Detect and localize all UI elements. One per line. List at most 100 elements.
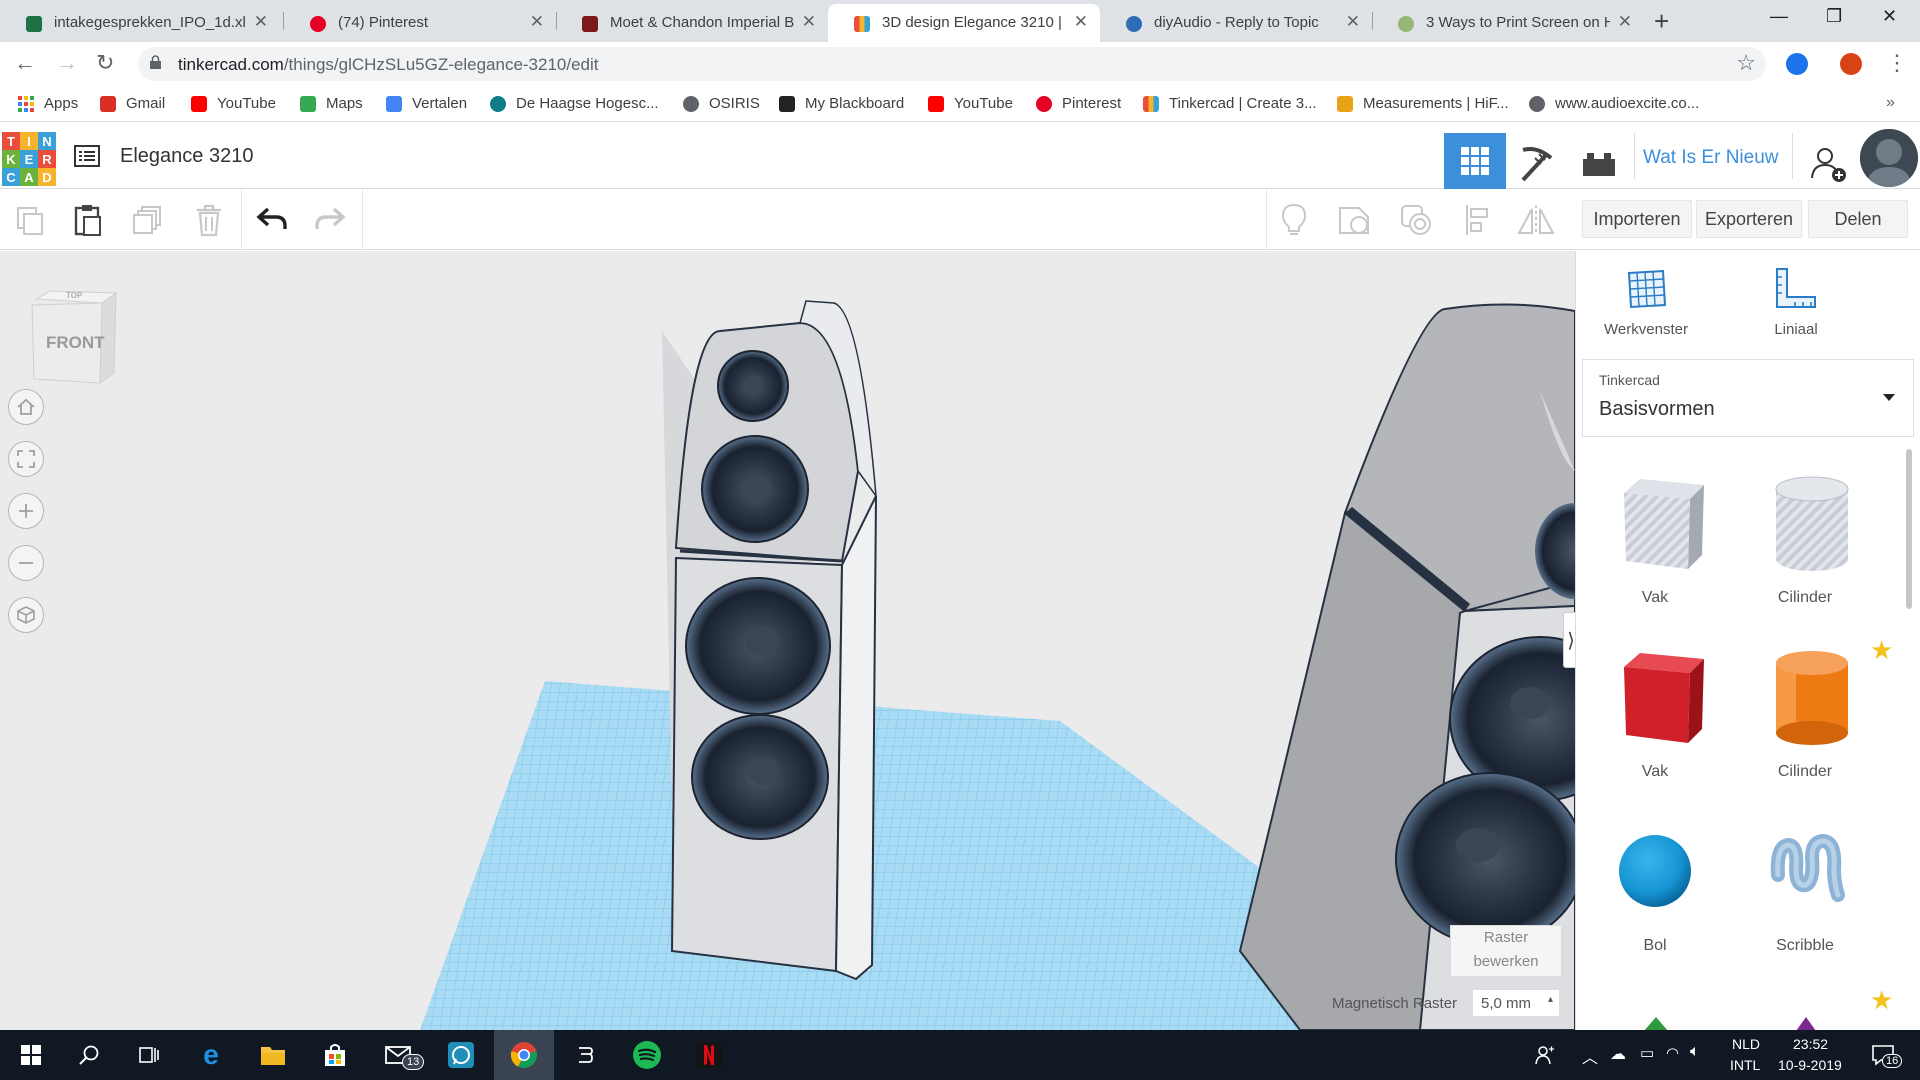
fit-view-button[interactable] (8, 441, 44, 477)
snap-grid-select[interactable]: 5,0 mm ▴ (1472, 989, 1560, 1017)
bookmark-blackboard[interactable]: My Blackboard (779, 95, 904, 112)
bookmark-youtube-2[interactable]: YouTube (928, 95, 1013, 112)
bookmark-maps[interactable]: Maps (300, 95, 363, 112)
people-icon[interactable] (1530, 1040, 1560, 1070)
ruler-tool[interactable]: Liniaal (1736, 265, 1856, 338)
home-view-button[interactable] (8, 389, 44, 425)
show-all-button[interactable] (1274, 200, 1314, 240)
view-cube[interactable]: TOP FRONT (30, 289, 118, 394)
whats-new-link[interactable]: Wat Is Er Nieuw (1643, 147, 1779, 169)
bookmark-osiris[interactable]: OSIRIS (683, 95, 760, 112)
forward-icon[interactable]: → (56, 50, 78, 76)
store-icon[interactable] (320, 1040, 350, 1070)
shape-scribble[interactable]: Scribble (1730, 811, 1880, 971)
bookmark-gmail[interactable]: Gmail (100, 95, 165, 112)
favorite-star-icon[interactable]: ★ (1870, 635, 1893, 666)
favorite-star-icon[interactable]: ★ (1870, 985, 1893, 1016)
notifications-icon[interactable]: 16 (1868, 1040, 1903, 1070)
chrome-icon[interactable] (509, 1040, 539, 1070)
redo-button[interactable] (310, 200, 350, 240)
bookmark-youtube[interactable]: YouTube (191, 95, 276, 112)
tab-pinterest[interactable]: (74) Pinterest ✕ (284, 4, 556, 42)
workplane-viewport[interactable]: TOP FRONT Raster bewerken Magnetisch Ras… (0, 251, 1575, 1030)
more-bookmarks-icon[interactable]: » (1886, 94, 1895, 112)
edge-icon[interactable]: e (196, 1039, 226, 1070)
design-list-icon[interactable] (74, 145, 100, 167)
extension-shield-icon[interactable] (1786, 53, 1808, 75)
tab-tinkercad[interactable]: 3D design Elegance 3210 | Tinkercad ✕ (828, 4, 1100, 42)
spotify-icon[interactable] (632, 1040, 662, 1070)
export-button[interactable]: Exporteren (1696, 200, 1802, 238)
bookmark-vertalen[interactable]: Vertalen (386, 95, 467, 112)
shape-box[interactable]: Vak (1580, 637, 1730, 797)
volume-icon[interactable]: 🔈︎ (1690, 1043, 1700, 1061)
window-close-icon[interactable]: ✕ (1882, 6, 1897, 27)
language-indicator[interactable]: NLD (1732, 1036, 1760, 1052)
speaker-left[interactable] (662, 300, 880, 981)
chrome-menu-icon[interactable]: ⋮ (1886, 50, 1908, 76)
zoom-in-button[interactable] (8, 493, 44, 529)
add-user-button[interactable] (1798, 137, 1860, 191)
close-icon[interactable]: ✕ (530, 12, 544, 32)
tab-excel[interactable]: intakegesprekken_IPO_1d.xlsx ✕ (0, 4, 280, 42)
edit-grid-button[interactable]: Raster bewerken (1450, 925, 1562, 977)
whatsapp-icon[interactable] (446, 1040, 476, 1070)
wifi-icon[interactable]: ◠ (1666, 1044, 1679, 1062)
bookmark-measurements[interactable]: Measurements | HiF... (1337, 95, 1509, 112)
mirror-button[interactable] (1516, 200, 1556, 240)
close-icon[interactable]: ✕ (1346, 12, 1360, 32)
bookmark-apps[interactable]: Apps (18, 95, 78, 112)
file-explorer-icon[interactable] (258, 1040, 288, 1070)
bookmark-tinkercad[interactable]: Tinkercad | Create 3... (1143, 95, 1317, 112)
close-icon[interactable]: ✕ (1074, 12, 1088, 32)
ungroup-button[interactable] (1396, 200, 1436, 240)
tinkercad-logo[interactable]: T I N K E R C A D (2, 132, 56, 186)
reload-icon[interactable]: ↻ (96, 50, 114, 76)
speaker-right[interactable] (1238, 303, 1575, 1030)
keyboard-layout-indicator[interactable]: INTL (1730, 1057, 1760, 1073)
netflix-icon[interactable] (694, 1040, 724, 1070)
panel-scrollbar[interactable] (1906, 449, 1912, 609)
back-icon[interactable]: ← (14, 50, 36, 76)
align-button[interactable] (1458, 200, 1498, 240)
close-icon[interactable]: ✕ (254, 12, 268, 32)
clock-date[interactable]: 10-9-2019 (1778, 1057, 1842, 1073)
new-tab-icon[interactable]: + (1654, 6, 1669, 37)
bookmark-audioexcite[interactable]: www.audioexcite.co... (1529, 95, 1699, 112)
terminal-icon[interactable] (570, 1040, 600, 1070)
perspective-button[interactable] (8, 597, 44, 633)
address-bar[interactable]: tinkercad.com/things/glCHzSLu5GZ-eleganc… (138, 47, 1766, 81)
profile-icon[interactable] (1840, 53, 1862, 75)
zoom-out-button[interactable] (8, 545, 44, 581)
minecraft-pickaxe-button[interactable] (1506, 137, 1568, 191)
close-icon[interactable]: ✕ (1618, 12, 1632, 32)
design-title[interactable]: Elegance 3210 (120, 145, 253, 168)
shape-cylinder-hole[interactable]: Cilinder (1730, 463, 1880, 623)
search-icon[interactable] (74, 1040, 104, 1070)
mail-icon[interactable]: 13 (384, 1040, 425, 1070)
close-icon[interactable]: ✕ (802, 12, 816, 32)
tab-wikihow[interactable]: 3 Ways to Print Screen on HP ✕ (1372, 4, 1644, 42)
workplane-tool[interactable]: Werkvenster (1586, 265, 1706, 338)
tab-moet[interactable]: Moet & Chandon Imperial Brut ✕ (556, 4, 828, 42)
group-button[interactable] (1334, 200, 1374, 240)
3d-view-button[interactable] (1444, 133, 1506, 189)
avatar[interactable] (1860, 129, 1918, 187)
maximize-icon[interactable]: ❐ (1826, 6, 1842, 27)
task-view-icon[interactable] (134, 1040, 164, 1070)
battery-icon[interactable]: ▭ (1640, 1044, 1654, 1062)
shape-sphere[interactable]: Bol (1580, 811, 1730, 971)
share-button[interactable]: Delen (1808, 200, 1908, 238)
shape-box-hole[interactable]: Vak (1580, 463, 1730, 623)
undo-button[interactable] (252, 200, 292, 240)
bookmark-star-icon[interactable]: ☆ (1736, 50, 1756, 76)
shape-cylinder[interactable]: Cilinder (1730, 637, 1880, 797)
bookmark-hogeschool[interactable]: De Haagse Hogesc... (490, 95, 659, 112)
3d-scene[interactable] (0, 251, 1575, 1030)
duplicate-button[interactable] (128, 200, 168, 240)
import-button[interactable]: Importeren (1582, 200, 1692, 238)
tray-overflow-icon[interactable]: ︿ (1582, 1044, 1598, 1068)
onedrive-icon[interactable]: ☁ (1610, 1044, 1626, 1064)
shape-library-select[interactable]: Tinkercad Basisvormen (1582, 359, 1914, 437)
windows-start-icon[interactable] (16, 1040, 46, 1070)
